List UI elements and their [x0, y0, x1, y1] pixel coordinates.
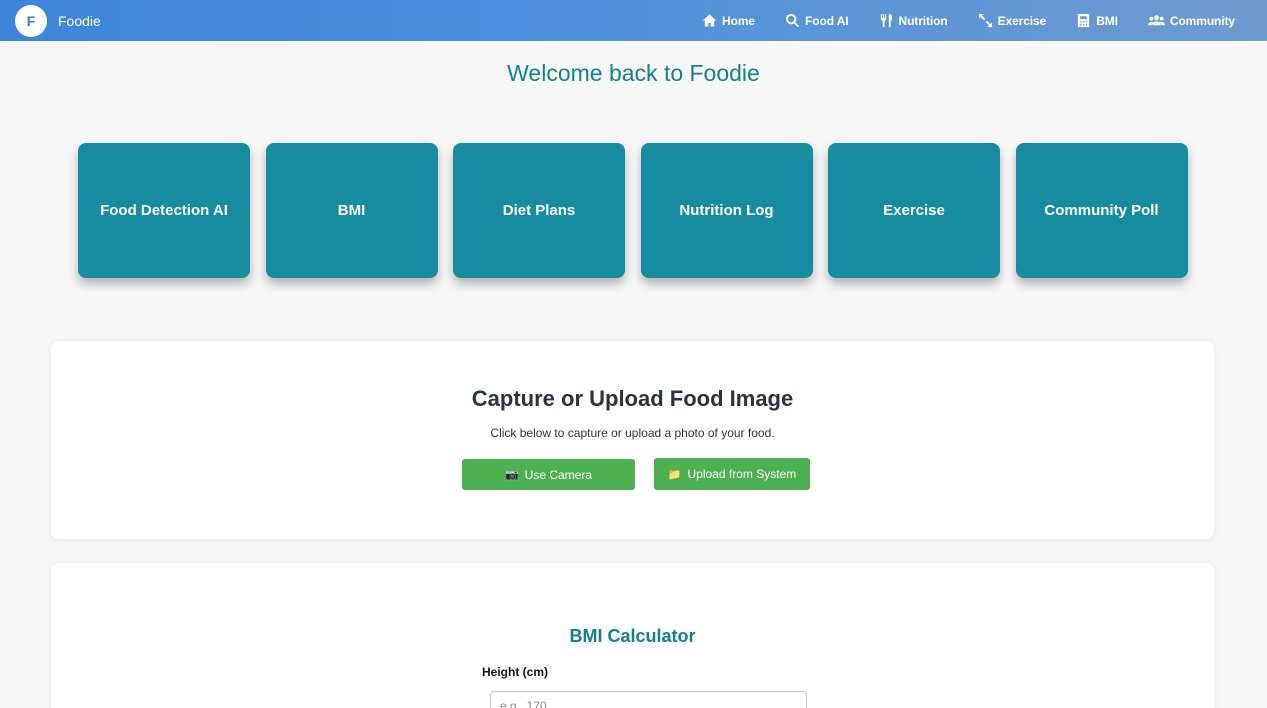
nav-links: Home Food AI Nutrition Exercise BMI Comm…: [702, 0, 1235, 41]
folder-icon: 📁: [667, 468, 682, 481]
nav-nutrition-label: Nutrition: [898, 13, 948, 28]
nav-exercise[interactable]: Exercise: [978, 13, 1047, 28]
bmi-title: BMI Calculator: [569, 626, 696, 646]
nav-exercise-label: Exercise: [997, 13, 1047, 28]
nav-community[interactable]: Community: [1147, 13, 1235, 28]
camera-icon: 📷: [504, 469, 519, 481]
card-diet-plans[interactable]: Diet Plans: [453, 143, 625, 278]
nav-community-label: Community: [1169, 13, 1235, 28]
home-icon: [702, 14, 717, 27]
card-exercise[interactable]: Exercise: [828, 143, 1000, 278]
nav-bmi[interactable]: BMI: [1076, 13, 1118, 28]
card-bmi[interactable]: BMI: [265, 143, 438, 278]
upload-panel: Capture or Upload Food Image Click below…: [51, 341, 1214, 539]
nav-food-ai-label: Food AI: [805, 13, 849, 28]
expand-arrows-icon: [978, 13, 992, 28]
upload-title: Capture or Upload Food Image: [471, 386, 794, 411]
brand-logo[interactable]: F: [15, 4, 47, 37]
use-camera-button[interactable]: 📷 Use Camera: [462, 459, 635, 490]
nav-food-ai[interactable]: Food AI: [785, 13, 849, 28]
card-food-detection-ai[interactable]: Food Detection AI: [78, 143, 250, 278]
card-nutrition-log[interactable]: Nutrition Log: [640, 143, 813, 278]
navbar: F Foodie Home Food AI Nutrition Exercise…: [0, 0, 1267, 41]
upload-from-system-button[interactable]: 📁 Upload from System: [654, 458, 810, 490]
calculator-icon: [1078, 13, 1090, 28]
nav-home-label: Home: [722, 13, 755, 28]
users-icon: [1147, 15, 1165, 26]
nav-home[interactable]: Home: [702, 13, 755, 28]
height-input[interactable]: [490, 691, 807, 708]
nav-nutrition[interactable]: Nutrition: [879, 13, 948, 28]
upload-from-system-label: Upload from System: [687, 467, 797, 481]
bmi-panel: BMI Calculator Height (cm): [51, 563, 1214, 708]
feature-cards: Food Detection AI BMI Diet Plans Nutriti…: [78, 143, 1188, 278]
utensils-icon: [880, 13, 892, 28]
use-camera-label: Use Camera: [524, 467, 593, 482]
brand-name[interactable]: Foodie: [58, 13, 101, 29]
brand[interactable]: F Foodie: [15, 4, 101, 37]
height-label: Height (cm): [482, 665, 548, 679]
upload-description: Click below to capture or upload a photo…: [490, 426, 775, 440]
nav-bmi-label: BMI: [1096, 13, 1118, 28]
card-community-poll[interactable]: Community Poll: [1015, 143, 1188, 278]
search-icon: [786, 13, 799, 28]
welcome-heading: Welcome back to Foodie: [507, 60, 760, 86]
